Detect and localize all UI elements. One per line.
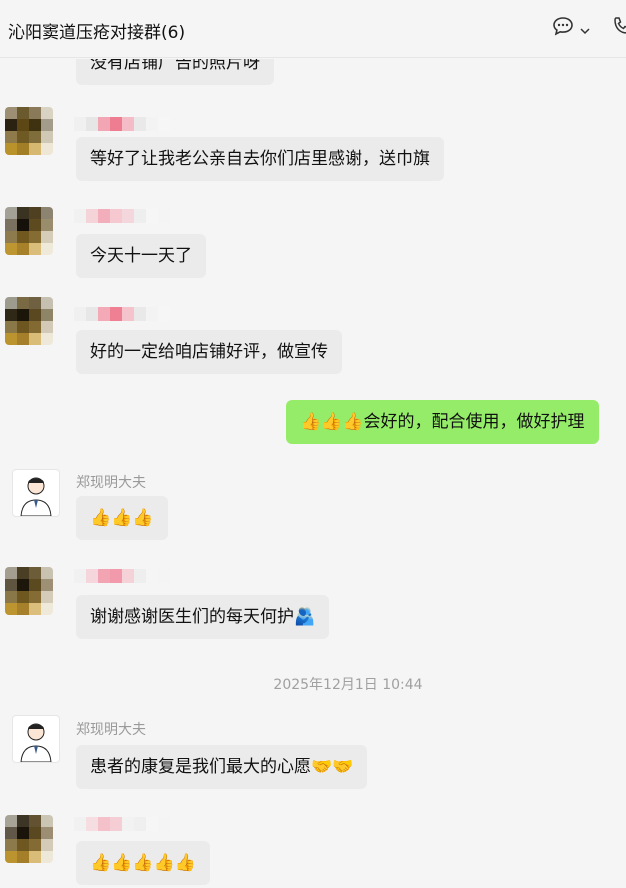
message-bubble[interactable]: 谢谢感谢医生们的每天何护🫂 xyxy=(76,595,330,639)
message-bubble[interactable]: 今天十一天了 xyxy=(76,234,206,278)
chat-title: 沁阳窦道压疮对接群(6) xyxy=(8,23,186,43)
sender-name-redacted xyxy=(74,569,170,583)
message-bubble[interactable]: 👍👍👍 xyxy=(76,496,168,540)
sender-name-redacted xyxy=(74,209,170,223)
avatar[interactable] xyxy=(5,207,53,255)
message-bubble[interactable]: 好的一定给咱店铺好评，做宣传 xyxy=(76,330,342,374)
avatar[interactable] xyxy=(5,815,53,863)
sender-name: 郑现明大夫 xyxy=(76,722,146,738)
avatar[interactable] xyxy=(5,107,53,155)
timestamp: 2025年12月1日 10:44 xyxy=(273,677,423,693)
message-bubble[interactable]: 等好了让我老公亲自去你们店里感谢，送巾旗 xyxy=(76,137,444,181)
doctor-avatar[interactable] xyxy=(12,715,60,763)
avatar[interactable] xyxy=(5,297,53,345)
chat-header: 沁阳窦道压疮对接群(6) xyxy=(0,0,626,58)
doctor-avatar[interactable] xyxy=(12,469,60,517)
sender-name-redacted xyxy=(74,817,170,831)
message-bubble[interactable]: 患者的康复是我们最大的心愿🤝🤝 xyxy=(76,745,368,789)
sender-name-redacted xyxy=(74,117,170,131)
message-bubble[interactable]: 👍👍👍👍👍 xyxy=(76,841,210,885)
chevron-down-icon[interactable] xyxy=(580,20,590,41)
message-bubble[interactable]: 没有店铺广告的照片呀 xyxy=(76,59,274,85)
sender-name-redacted xyxy=(74,307,170,321)
avatar[interactable] xyxy=(5,567,53,615)
chat-bubble-icon[interactable] xyxy=(552,16,574,41)
message-list[interactable]: 没有店铺广告的照片呀 等好了让我老公亲自去你们店里感谢，送巾旗 今天十一天了 好… xyxy=(0,59,626,888)
sender-name: 郑现明大夫 xyxy=(76,475,146,491)
phone-icon[interactable] xyxy=(612,16,626,41)
message-bubble-outgoing[interactable]: 👍👍👍会好的，配合使用，做好护理 xyxy=(286,400,599,444)
